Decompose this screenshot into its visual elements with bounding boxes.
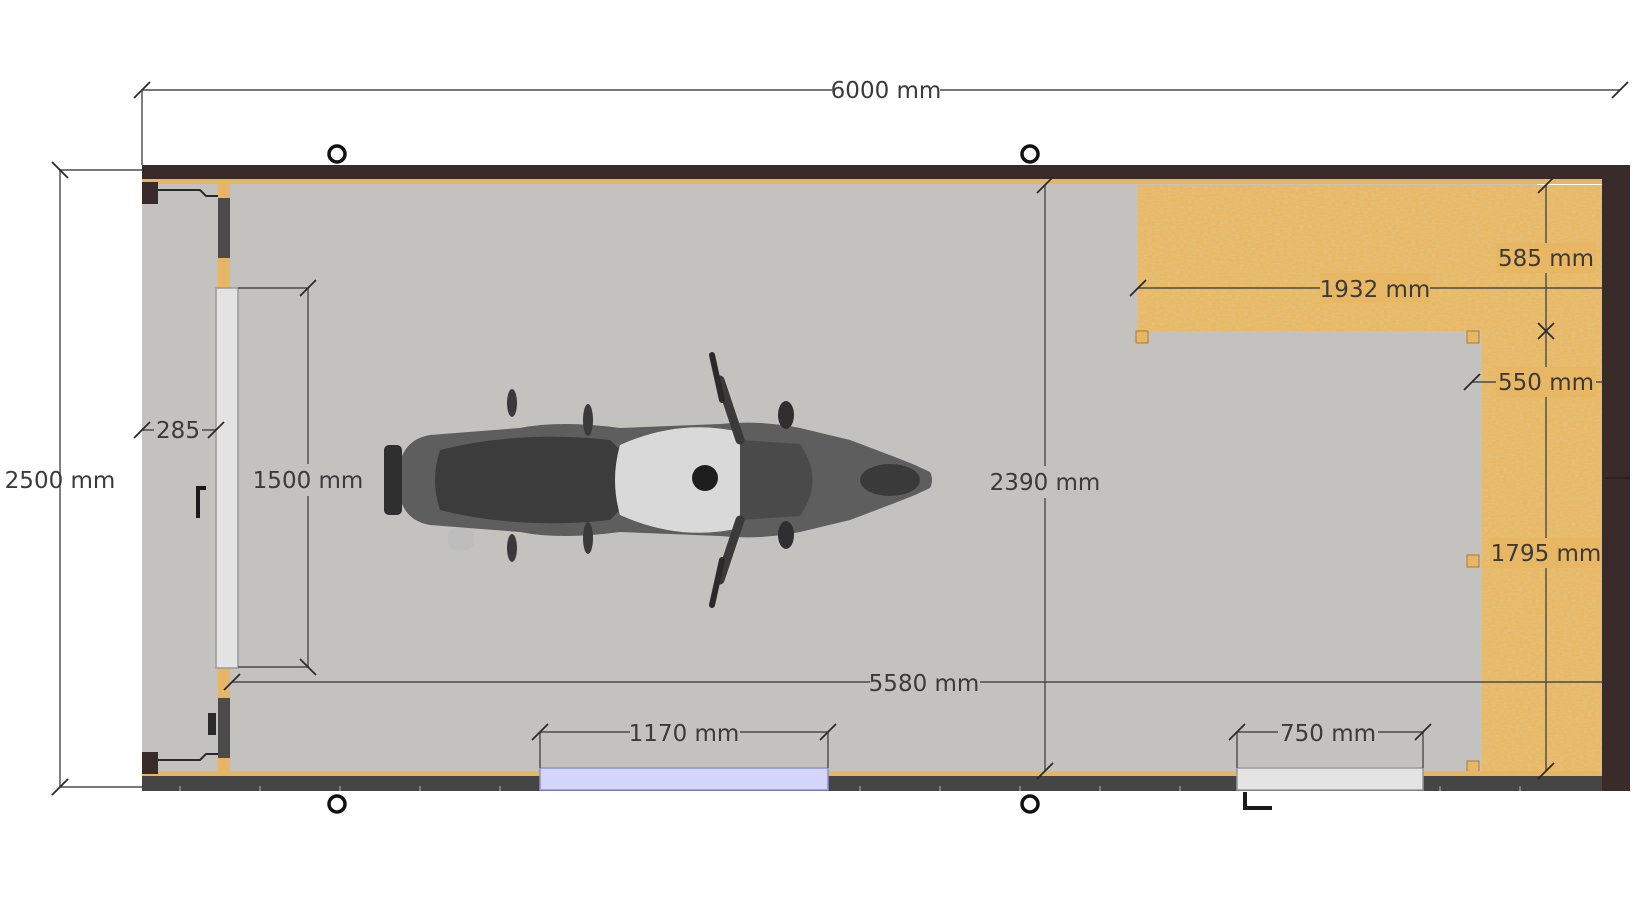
label-window-right: 750 mm (1280, 721, 1376, 747)
ring-icon (327, 794, 347, 814)
label-shelf-depth-side: 550 mm (1498, 370, 1594, 396)
label-interior-length: 5580 mm (869, 671, 980, 697)
ring-icon (1020, 144, 1040, 164)
side-door-handle-icon (1243, 792, 1272, 810)
ring-icon (1020, 794, 1040, 814)
garage-door-panel (215, 287, 239, 669)
label-shelf-depth-top: 585 mm (1498, 246, 1594, 272)
ring-icon (327, 144, 347, 164)
window-left (539, 767, 829, 791)
label-interior-width: 2390 mm (990, 470, 1101, 496)
label-door-offset: 285 (156, 418, 200, 444)
side-door (1236, 767, 1424, 791)
label-door-opening: 1500 mm (253, 468, 364, 494)
label-window-left: 1170 mm (629, 721, 740, 747)
label-shelf-side-length: 1795 mm (1491, 541, 1602, 567)
label-shelf-length: 1932 mm (1320, 277, 1431, 303)
garage-floor-plan: 6000 mm 2500 mm 1500 mm 285 2390 mm 5580… (5, 74, 1630, 814)
label-total-width: 2500 mm (5, 468, 116, 494)
label-total-length: 6000 mm (831, 78, 942, 104)
